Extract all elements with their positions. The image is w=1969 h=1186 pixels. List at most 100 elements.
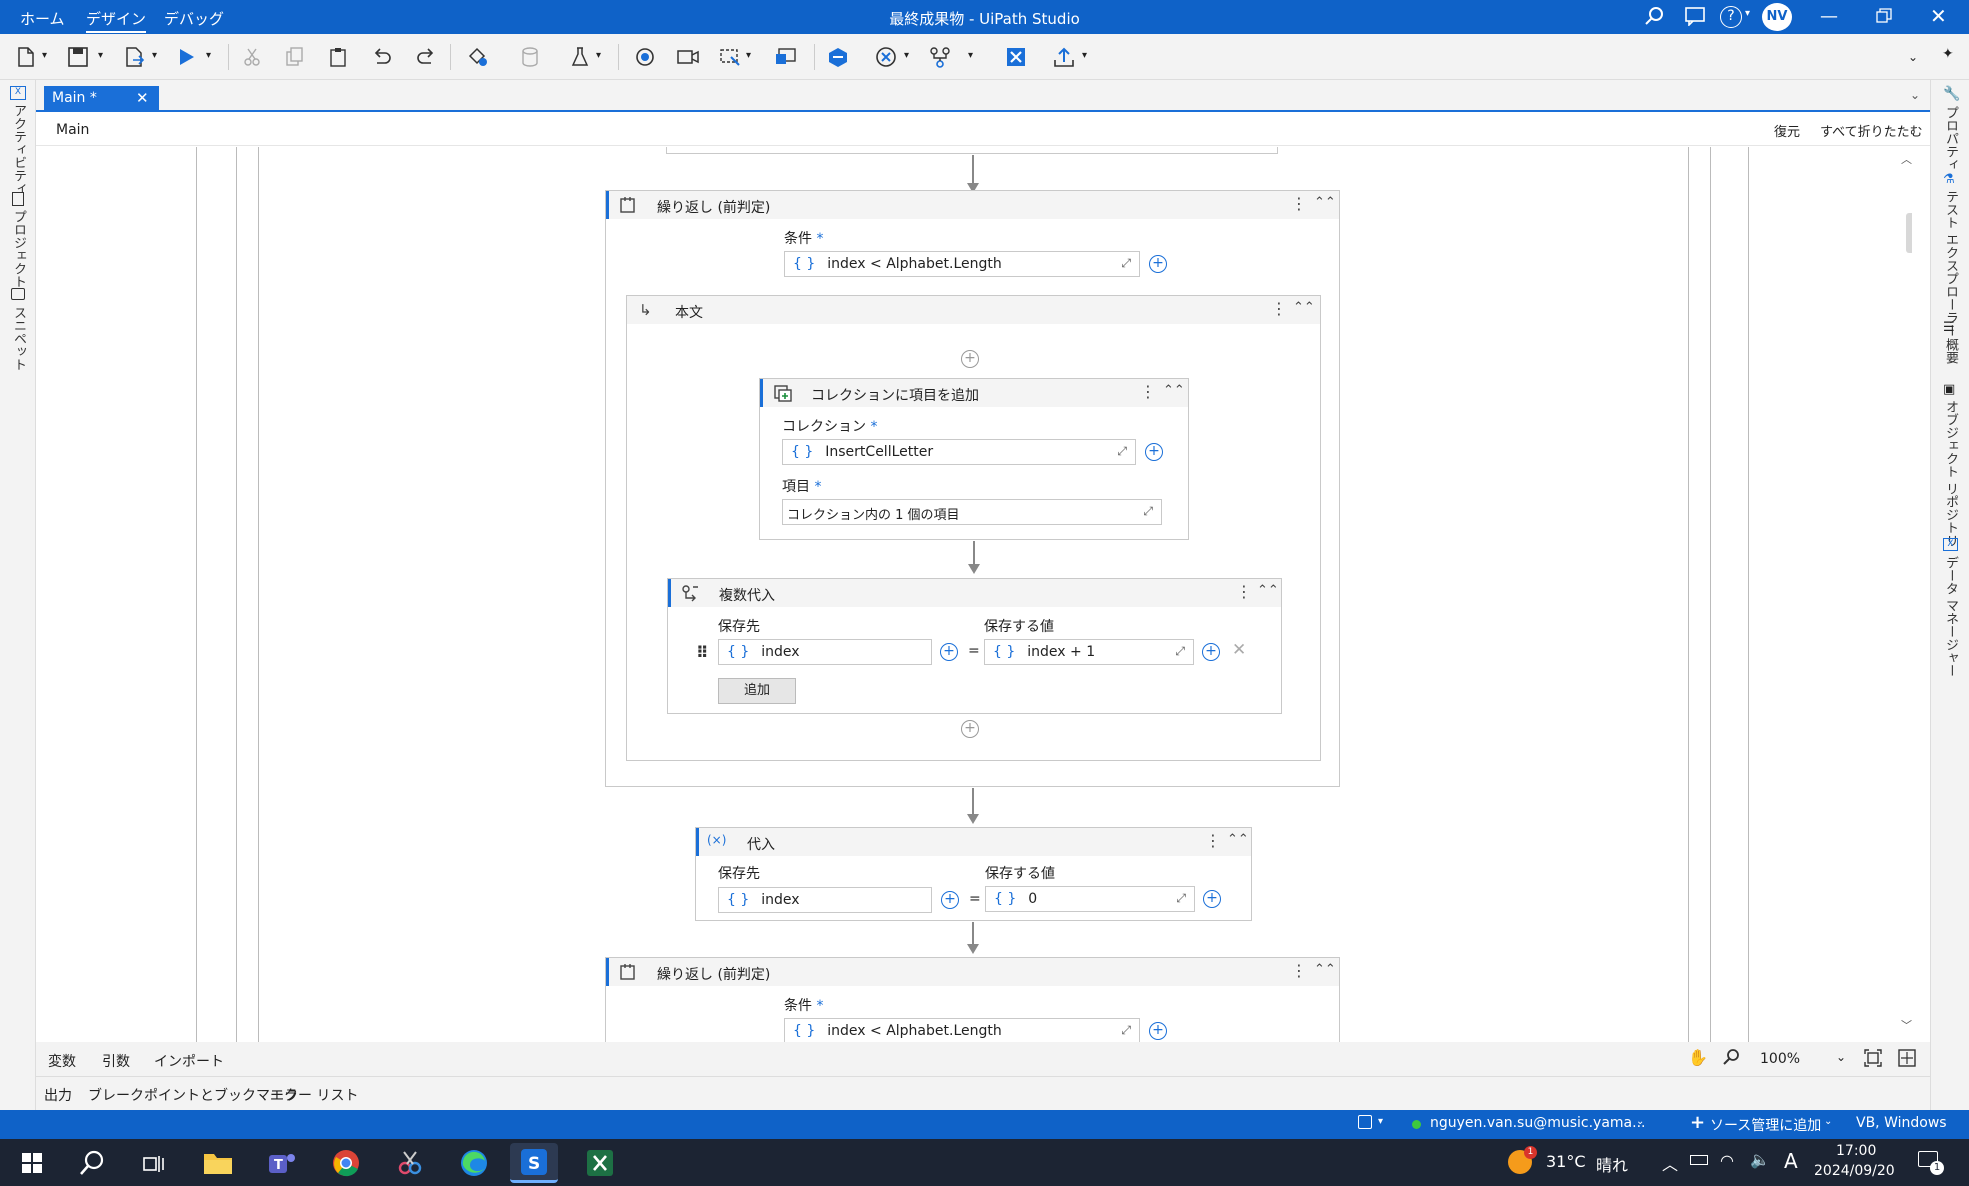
help-icon[interactable]: ? <box>1720 6 1742 28</box>
chevron-down-icon[interactable]: ▾ <box>746 50 751 61</box>
scroll-up-icon[interactable]: ︿ <box>1901 151 1912 167</box>
overview-icon[interactable] <box>1898 1049 1916 1071</box>
analyze-icon[interactable] <box>926 43 954 71</box>
chevron-down-icon[interactable]: ⌄ <box>1910 88 1920 102</box>
cut-icon[interactable] <box>238 43 266 71</box>
manage-packages-icon[interactable] <box>464 43 492 71</box>
value-field[interactable]: { } index + 1 ⤢ <box>984 639 1194 665</box>
item-field[interactable]: コレクション内の 1 個の項目 ⤢ <box>782 499 1162 525</box>
imports-tab[interactable]: インポート <box>154 1051 224 1071</box>
data-manager-icon[interactable]: X <box>1943 538 1958 551</box>
outline-icon[interactable]: ☰ <box>1943 320 1955 335</box>
zoom-icon[interactable] <box>1722 1048 1740 1070</box>
minimize-icon[interactable]: — <box>1820 6 1838 27</box>
activities-tab[interactable]: アクティビティ <box>9 104 28 195</box>
search-icon[interactable] <box>74 1145 110 1181</box>
drag-handle-icon[interactable]: ⠿ <box>696 643 708 662</box>
export-icon[interactable] <box>120 43 148 71</box>
add-assignment-button[interactable]: 追加 <box>718 678 796 704</box>
undo-icon[interactable] <box>368 43 396 71</box>
insert-activity-icon[interactable]: + <box>961 350 979 368</box>
excel-icon[interactable] <box>582 1145 618 1181</box>
object-repository-tab[interactable]: オブジェクト リポジトリ <box>1941 400 1960 547</box>
task-view-icon[interactable] <box>136 1145 172 1181</box>
variables-tab[interactable]: 変数 <box>48 1051 76 1071</box>
record-icon[interactable] <box>631 43 659 71</box>
more-options-icon[interactable]: ⋮ <box>1140 383 1156 401</box>
clock-time[interactable]: 17:00 <box>1836 1143 1876 1159</box>
remove-variables-icon[interactable] <box>872 43 900 71</box>
properties-tab[interactable]: プロパティ <box>1941 106 1960 171</box>
windows-start-icon[interactable] <box>14 1145 50 1181</box>
zoom-level-select[interactable]: 100% <box>1760 1051 1800 1067</box>
ime-indicator[interactable]: A <box>1784 1149 1798 1173</box>
source-control-button[interactable]: ソース管理に追加 <box>1710 1115 1821 1135</box>
snipping-tool-icon[interactable] <box>392 1145 428 1181</box>
workflow-designer-canvas[interactable]: 繰り返し (前判定) ⋮ ⌃⌃ 条件 * { } index < Alphabet… <box>42 147 1912 1042</box>
assign-activity[interactable]: (×) 代入 ⋮ ⌃⌃ 保存先 保存する値 { } index + = { } 0 … <box>695 827 1252 921</box>
project-icon[interactable] <box>12 192 24 206</box>
feedback-icon[interactable] <box>1684 6 1706 30</box>
insert-activity-icon[interactable]: + <box>961 720 979 738</box>
redo-icon[interactable] <box>412 43 440 71</box>
while-activity[interactable]: 繰り返し (前判定) ⋮ ⌃⌃ 条件 * { } index < Alphabet… <box>605 957 1340 1042</box>
chevron-down-icon[interactable]: ▾ <box>152 50 157 61</box>
while-activity[interactable]: 繰り返し (前判定) ⋮ ⌃⌃ 条件 * { } index < Alphabet… <box>605 190 1340 787</box>
chevron-down-icon[interactable]: ▾ <box>98 50 103 61</box>
project-platform[interactable]: VB, Windows <box>1856 1115 1947 1131</box>
chevron-down-icon[interactable]: ⌄ <box>1908 50 1918 64</box>
collapse-icon[interactable]: ⌃⌃ <box>1293 300 1315 315</box>
remove-row-icon[interactable]: ✕ <box>1232 640 1246 660</box>
add-variable-icon[interactable]: + <box>1202 643 1220 661</box>
collapse-icon[interactable]: ⌃⌃ <box>1163 383 1185 398</box>
test-explorer-tab[interactable]: テスト エクスプローラー <box>1941 190 1960 337</box>
collapse-icon[interactable]: ⌃⌃ <box>1227 832 1249 847</box>
test-explorer-icon[interactable]: ⚗ <box>1943 172 1955 187</box>
screen-scraping-icon[interactable] <box>772 43 800 71</box>
expand-editor-icon[interactable]: ⤢ <box>1121 256 1131 271</box>
chevron-down-icon[interactable]: ▾ <box>1745 8 1750 19</box>
more-options-icon[interactable]: ⋮ <box>1236 583 1252 601</box>
chevron-down-icon[interactable]: ▾ <box>596 50 601 61</box>
excel-icon[interactable] <box>1002 43 1030 71</box>
edge-icon[interactable] <box>456 1145 492 1181</box>
publish-icon[interactable] <box>1050 43 1078 71</box>
output-tab[interactable]: 出力 <box>44 1085 72 1105</box>
error-list-tab[interactable]: エラー リスト <box>270 1085 358 1105</box>
breadcrumb-main[interactable]: Main <box>56 122 89 138</box>
body-container[interactable]: ↳ 本文 ⋮ ⌃⌃ + コレクションに項目を追加 ⋮ ⌃⌃ コレクション * {… <box>626 295 1321 761</box>
snippets-tab[interactable]: スニペット <box>9 306 28 371</box>
run-icon[interactable] <box>172 43 200 71</box>
scroll-down-icon[interactable]: ﹀ <box>1901 1017 1912 1033</box>
add-to-collection-activity[interactable]: コレクションに項目を追加 ⋮ ⌃⌃ コレクション * { } InsertCell… <box>759 378 1189 540</box>
chevron-down-icon[interactable]: ⌄ <box>1836 1050 1846 1064</box>
chrome-icon[interactable] <box>328 1145 364 1181</box>
data-icon[interactable] <box>516 43 544 71</box>
wrench-icon[interactable]: 🔧 <box>1943 86 1960 102</box>
object-repository-icon[interactable]: ▣ <box>1943 382 1955 397</box>
chevron-down-icon[interactable]: ▾ <box>1082 50 1087 61</box>
collapse-all-button[interactable]: すべて折りたたむ <box>1820 121 1923 140</box>
collection-field[interactable]: { } InsertCellLetter ⤢ <box>782 439 1136 465</box>
condition-field[interactable]: { } index < Alphabet.Length ⤢ <box>784 251 1140 277</box>
add-variable-icon[interactable]: + <box>940 643 958 661</box>
add-variable-icon[interactable]: + <box>1203 890 1221 908</box>
add-variable-icon[interactable]: + <box>1145 443 1163 461</box>
object-box-icon[interactable] <box>824 43 852 71</box>
to-field[interactable]: { } index <box>718 639 932 665</box>
add-variable-icon[interactable]: + <box>1149 255 1167 273</box>
uipath-studio-icon[interactable]: S <box>510 1143 558 1183</box>
save-icon[interactable] <box>64 43 92 71</box>
chevron-down-icon[interactable]: ⌄ <box>1824 1116 1832 1127</box>
expand-editor-icon[interactable]: ⤢ <box>1143 504 1153 519</box>
new-file-icon[interactable] <box>12 43 40 71</box>
collapse-icon[interactable]: ⌃⌃ <box>1257 583 1279 598</box>
chevron-down-icon[interactable]: ▾ <box>904 50 909 61</box>
teams-icon[interactable]: T <box>264 1145 300 1181</box>
tab-main[interactable]: Main * ✕ <box>44 86 159 112</box>
file-explorer-icon[interactable] <box>200 1145 236 1181</box>
chevron-down-icon[interactable]: ⌄ <box>1636 1116 1644 1127</box>
test-flask-icon[interactable] <box>566 43 594 71</box>
ui-explorer-icon[interactable] <box>716 43 744 71</box>
restore-button[interactable]: 復元 <box>1774 121 1800 140</box>
